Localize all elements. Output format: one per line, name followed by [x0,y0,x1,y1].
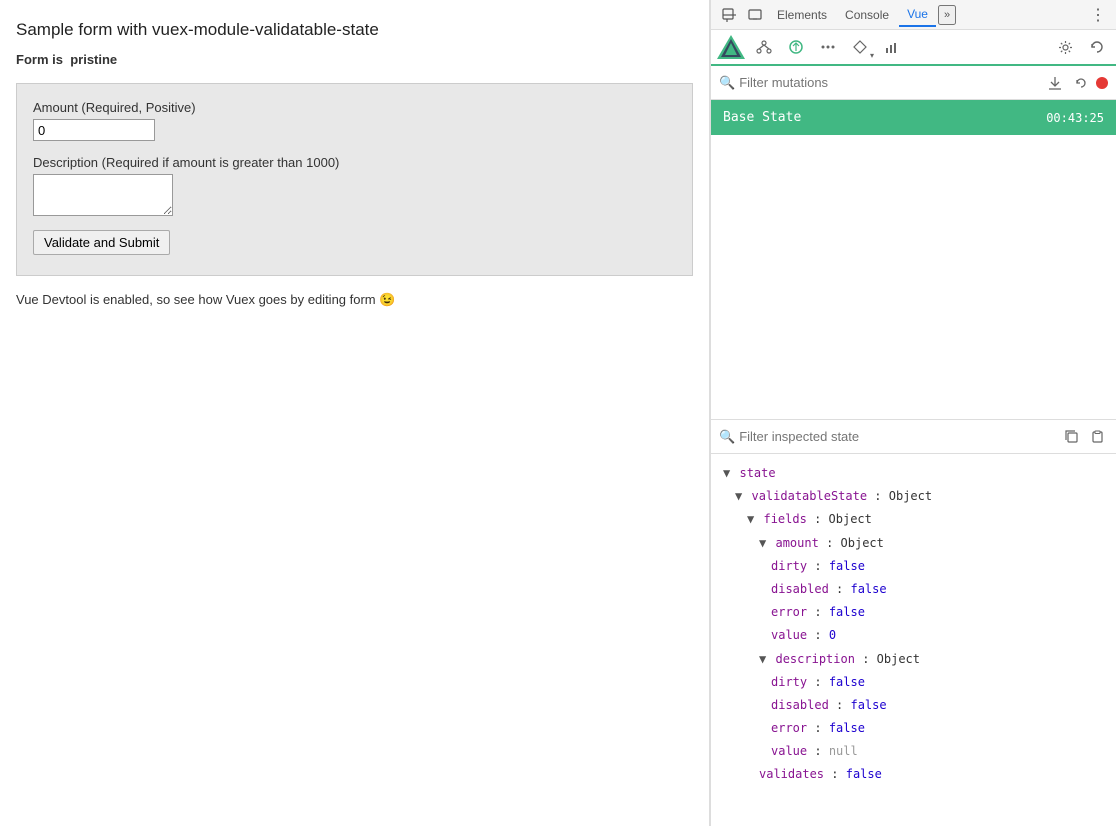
devtools-topbar: Elements Console Vue » ⋮ [711,0,1116,30]
tree-amount: ▼ amount : Object [711,532,1116,555]
description-toggle[interactable]: ▼ [759,652,766,666]
amount-key: amount [775,536,818,550]
tree-fields: ▼ fields : Object [711,508,1116,531]
tree-validatable-state: ▼ validatableState : Object [711,485,1116,508]
amount-field-group: Amount (Required, Positive) [33,100,676,141]
desc-error-key: error [771,721,807,735]
state-toggle[interactable]: ▼ [723,466,730,480]
events-btn[interactable] [813,32,843,62]
desc-dirty-key: dirty [771,675,807,689]
tree-amount-error: error : false [711,601,1116,624]
amount-value-key: value [771,628,807,642]
amount-label: Amount (Required, Positive) [33,100,676,115]
fields-key: fields [763,512,806,526]
state-key: state [739,466,775,480]
undo-btn[interactable] [1070,72,1092,94]
description-input[interactable] [33,174,173,216]
amount-value-value: 0 [829,628,836,642]
amount-error-value: false [829,605,865,619]
state-search-icon: 🔍 [719,429,735,445]
mutation-time: 00:43:25 [1046,111,1104,125]
search-icon: 🔍 [719,75,735,91]
amount-dirty-value: false [829,559,865,573]
tab-vue[interactable]: Vue [899,3,936,27]
tree-desc-disabled: disabled : false [711,694,1116,717]
amount-input-wrap [33,119,676,141]
validatable-state-key: validatableState [751,489,867,503]
page-title: Sample form with vuex-module-validatable… [16,20,693,40]
form-status-prefix: Form is [16,52,63,67]
inspect-element-btn[interactable] [717,3,741,27]
record-indicator [1096,77,1108,89]
paste-state-btn[interactable] [1086,426,1108,448]
main-content: Sample form with vuex-module-validatable… [0,0,710,826]
device-toggle-btn[interactable] [743,3,767,27]
desc-disabled-value: false [850,698,886,712]
copy-state-btn[interactable] [1060,426,1082,448]
desc-disabled-key: disabled [771,698,829,712]
state-inspector: 🔍 ▼ state ▼ validatab [711,420,1116,826]
desc-dirty-value: false [829,675,865,689]
validates-value: false [846,767,882,781]
fields-toggle[interactable]: ▼ [747,512,754,526]
amount-disabled-value: false [850,582,886,596]
amount-disabled-key: disabled [771,582,829,596]
tree-desc-dirty: dirty : false [711,671,1116,694]
desc-value-key: value [771,744,807,758]
tree-description: ▼ description : Object [711,648,1116,671]
settings-btn[interactable] [1050,32,1080,62]
tree-amount-value: value : 0 [711,624,1116,647]
description-field-group: Description (Required if amount is great… [33,155,676,216]
amount-type: Object [841,536,884,550]
vuex-btn[interactable] [781,32,811,62]
state-filter-bar: 🔍 [711,420,1116,454]
tree-amount-disabled: disabled : false [711,578,1116,601]
refresh-btn[interactable] [1082,32,1112,62]
performance-btn[interactable] [877,32,907,62]
form-status: Form is pristine [16,52,693,67]
routing-btn[interactable] [845,32,875,62]
state-tree: ▼ state ▼ validatableState : Object ▼ fi… [711,454,1116,826]
tree-state: ▼ state [711,462,1116,485]
filter-mutations-bar: 🔍 [711,66,1116,100]
form-container: Amount (Required, Positive) Description … [16,83,693,276]
devtools-menu-btn[interactable]: ⋮ [1086,3,1110,27]
validatable-state-toggle[interactable]: ▼ [735,489,742,503]
amount-toggle[interactable]: ▼ [759,536,766,550]
import-btn[interactable] [1044,72,1066,94]
desc-value-value: null [829,744,858,758]
form-status-value: pristine [70,52,117,67]
fields-type: Object [829,512,872,526]
tree-validates: validates : false [711,763,1116,786]
devtool-note: Vue Devtool is enabled, so see how Vuex … [16,292,693,308]
tree-amount-dirty: dirty : false [711,555,1116,578]
amount-dirty-key: dirty [771,559,807,573]
state-filter-input[interactable] [739,429,1056,444]
vue-toolbar-right [1050,32,1112,62]
description-type: Object [877,652,920,666]
mutation-item[interactable]: Base State 00:43:25 [711,100,1116,135]
tab-console[interactable]: Console [837,4,897,26]
vue-toolbar [711,30,1116,66]
amount-error-key: error [771,605,807,619]
filter-mutations-input[interactable] [739,75,1040,90]
tree-desc-error: error : false [711,717,1116,740]
tree-desc-value: value : null [711,740,1116,763]
filter-actions [1044,72,1108,94]
desc-error-value: false [829,721,865,735]
amount-input[interactable] [33,119,155,141]
component-tree-btn[interactable] [749,32,779,62]
more-tabs-btn[interactable]: » [938,5,956,25]
vue-logo [715,31,747,63]
validatable-state-type: Object [889,489,932,503]
submit-button[interactable]: Validate and Submit [33,230,170,255]
vue-devtools-panel: Elements Console Vue » ⋮ [710,0,1116,826]
mutation-name: Base State [723,110,801,125]
description-label: Description (Required if amount is great… [33,155,676,170]
description-key: description [775,652,854,666]
tab-elements[interactable]: Elements [769,4,835,26]
mutations-list: Base State 00:43:25 [711,100,1116,420]
validates-key: validates [759,767,824,781]
